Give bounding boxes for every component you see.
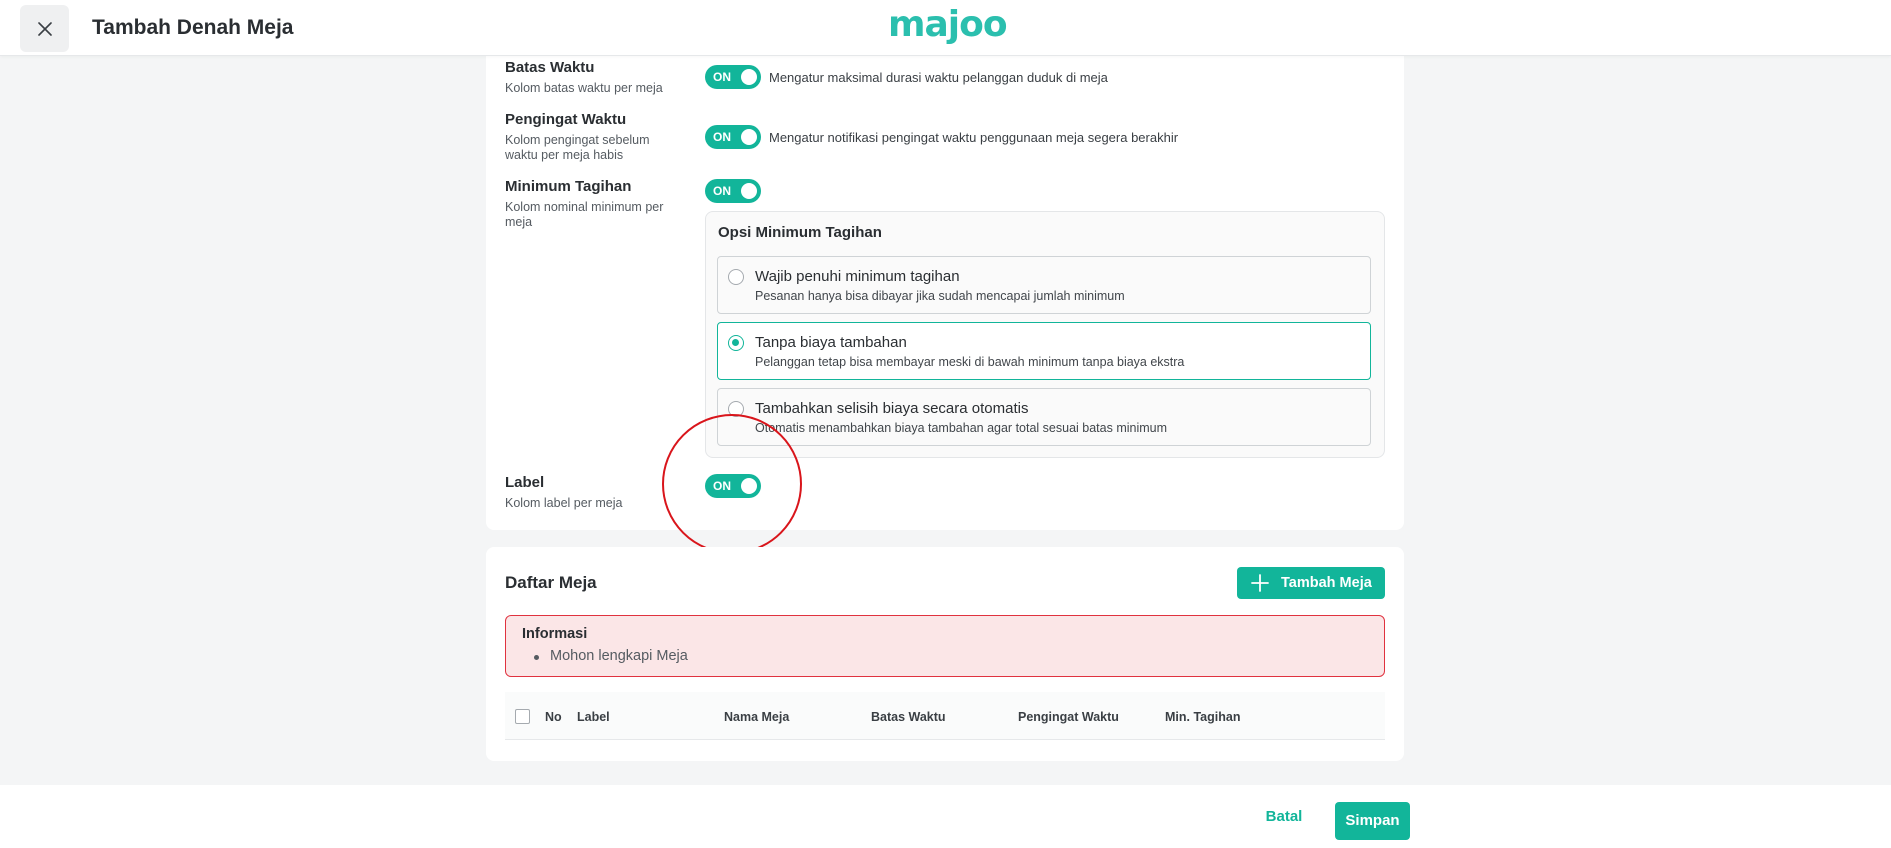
table-list-title: Daftar Meja xyxy=(505,573,597,592)
toggle-hint-time-reminder: Mengatur notifikasi pengingat waktu peng… xyxy=(769,130,1179,145)
setting-title-time-reminder: Pengingat Waktu xyxy=(505,111,627,128)
option-no-extra-fee[interactable]: Tanpa biaya tambahan Pelanggan tetap bis… xyxy=(717,322,1371,380)
save-button[interactable]: Simpan xyxy=(1335,802,1410,840)
info-alert: Informasi Mohon lengkapi Meja xyxy=(505,615,1385,677)
info-title: Informasi xyxy=(522,626,588,642)
setting-desc-time-reminder: Kolom pengingat sebelum waktu per meja h… xyxy=(505,133,650,162)
plus-icon xyxy=(1251,574,1269,592)
toggle-knob xyxy=(741,478,757,494)
toggle-knob xyxy=(741,183,757,199)
add-table-label: Tambah Meja xyxy=(1281,575,1372,591)
toggle-label: ON xyxy=(713,130,731,144)
toggle-time-reminder[interactable]: ON xyxy=(705,125,761,149)
select-all-checkbox[interactable] xyxy=(515,709,530,724)
option-desc: Otomatis menambahkan biaya tambahan agar… xyxy=(755,421,1168,435)
close-icon xyxy=(37,21,52,36)
info-item: Mohon lengkapi Meja xyxy=(550,648,688,664)
option-title: Wajib penuhi minimum tagihan xyxy=(755,268,960,285)
footer-bar: Batal Simpan xyxy=(0,785,1891,848)
min-bill-options-title: Opsi Minimum Tagihan xyxy=(718,224,882,241)
option-auto-add-difference[interactable]: Tambahkan selisih biaya secara otomatis … xyxy=(717,388,1371,446)
column-header-table-name: Nama Meja xyxy=(724,710,790,724)
setting-desc-time-limit: Kolom batas waktu per meja xyxy=(505,81,663,95)
top-bar: Tambah Denah Meja majoo xyxy=(0,0,1891,56)
column-header-time-reminder: Pengingat Waktu xyxy=(1018,710,1119,724)
table-header-row: No Label Nama Meja Batas Waktu Pengingat… xyxy=(505,692,1385,740)
toggle-time-limit[interactable]: ON xyxy=(705,65,761,89)
column-header-time-limit: Batas Waktu xyxy=(871,710,946,724)
svg-text:majoo: majoo xyxy=(888,4,1007,45)
setting-title-time-limit: Batas Waktu xyxy=(505,59,595,76)
option-desc: Pesanan hanya bisa dibayar jika sudah me… xyxy=(755,289,1125,303)
setting-title-min-bill: Minimum Tagihan xyxy=(505,178,632,195)
toggle-min-bill[interactable]: ON xyxy=(705,179,761,203)
toggle-knob xyxy=(741,129,757,145)
option-title: Tambahkan selisih biaya secara otomatis xyxy=(755,400,1029,417)
majoo-logo: majoo xyxy=(888,4,1016,53)
close-button[interactable] xyxy=(20,5,69,52)
setting-desc-label: Kolom label per meja xyxy=(505,496,623,510)
option-desc: Pelanggan tetap bisa membayar meski di b… xyxy=(755,355,1185,369)
add-table-button[interactable]: Tambah Meja xyxy=(1237,567,1385,599)
radio-button[interactable] xyxy=(728,269,744,285)
option-title: Tanpa biaya tambahan xyxy=(755,334,907,351)
column-header-min-bill: Min. Tagihan xyxy=(1165,710,1241,724)
page-title: Tambah Denah Meja xyxy=(92,16,294,39)
option-mandatory-minimum[interactable]: Wajib penuhi minimum tagihan Pesanan han… xyxy=(717,256,1371,314)
setting-title-label: Label xyxy=(505,474,545,491)
cancel-button[interactable]: Batal xyxy=(1254,802,1314,832)
toggle-label: ON xyxy=(713,70,731,84)
bullet-icon xyxy=(534,655,539,660)
setting-desc-min-bill: Kolom nominal minimum per meja xyxy=(505,200,664,229)
toggle-label: ON xyxy=(713,184,731,198)
column-header-label: Label xyxy=(577,710,610,724)
column-header-no: No xyxy=(545,710,562,724)
toggle-hint-time-limit: Mengatur maksimal durasi waktu pelanggan… xyxy=(769,70,1108,85)
toggle-label: ON xyxy=(713,479,731,493)
radio-button-selected[interactable] xyxy=(728,335,744,351)
toggle-knob xyxy=(741,69,757,85)
toggle-label-column[interactable]: ON xyxy=(705,474,761,498)
radio-button[interactable] xyxy=(728,401,744,417)
